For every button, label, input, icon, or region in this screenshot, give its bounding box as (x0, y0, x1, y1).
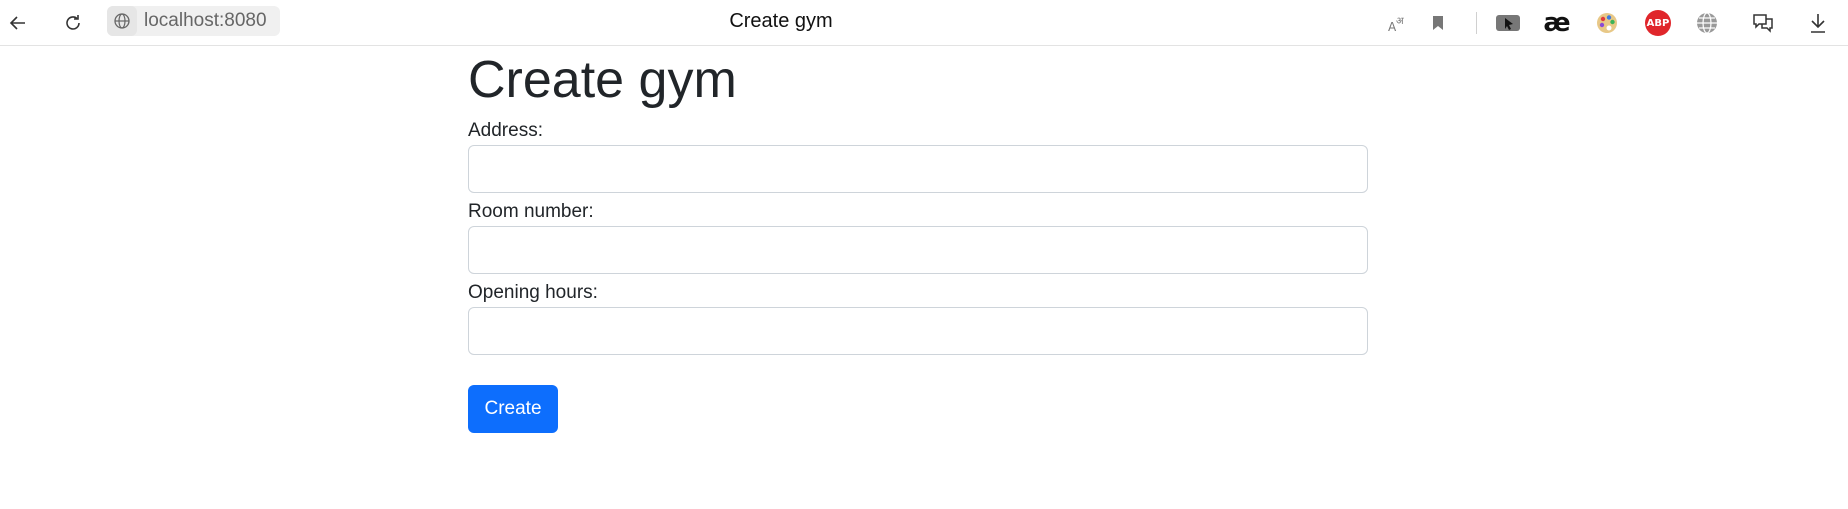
globe-extension-icon[interactable] (1691, 7, 1723, 39)
cursor-extension-icon[interactable] (1492, 7, 1524, 39)
browser-toolbar: localhost:8080 Create gym Aअ æ ABP (0, 0, 1848, 46)
opening-hours-label: Opening hours: (468, 282, 598, 303)
address-input[interactable] (468, 145, 1368, 193)
ae-extension-icon[interactable]: æ (1541, 7, 1573, 39)
chat-extension-icon[interactable] (1747, 7, 1779, 39)
page-title: Create gym (468, 51, 737, 109)
toolbar-divider (1476, 12, 1477, 34)
bookmark-icon[interactable] (1422, 7, 1454, 39)
translate-icon[interactable]: Aअ (1381, 7, 1413, 39)
adblock-plus-icon[interactable]: ABP (1642, 7, 1674, 39)
tab-title: Create gym (729, 10, 833, 32)
opening-hours-input[interactable] (468, 307, 1368, 355)
room-number-input[interactable] (468, 226, 1368, 274)
create-gym-form: Create gym Address: Room number: Opening… (468, 46, 1368, 433)
svg-text:अ: अ (1396, 16, 1404, 27)
address-label: Address: (468, 120, 543, 141)
download-icon[interactable] (1802, 7, 1834, 39)
palette-extension-icon[interactable] (1591, 7, 1623, 39)
create-button[interactable]: Create (468, 385, 558, 433)
room-number-label: Room number: (468, 201, 594, 222)
